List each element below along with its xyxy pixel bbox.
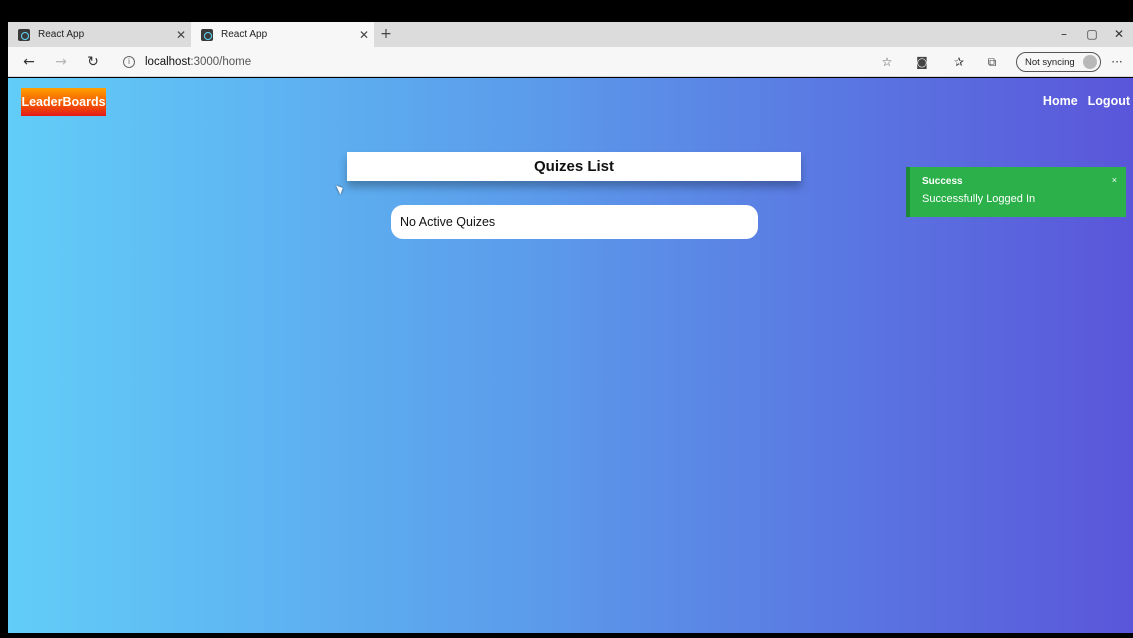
toast-message: Successfully Logged In bbox=[922, 193, 1036, 205]
minimize-button[interactable]: – bbox=[1050, 22, 1078, 47]
info-icon[interactable]: i bbox=[123, 56, 135, 68]
react-favicon-icon bbox=[18, 28, 30, 41]
tab-title: React App bbox=[221, 29, 268, 40]
mouse-cursor-icon bbox=[336, 183, 345, 195]
favorites-list-icon[interactable]: ✰ bbox=[950, 53, 968, 71]
browser-tab-1[interactable]: React App ✕ bbox=[8, 22, 191, 47]
more-options-icon[interactable]: ··· bbox=[1108, 53, 1126, 71]
url-field[interactable]: i localhost:3000/home bbox=[123, 54, 251, 70]
address-bar-row: ← → ↻ i localhost:3000/home ☆ ◙ ✰ ⧉ Not … bbox=[8, 47, 1133, 77]
tab-strip: React App ✕ React App ✕ + – ▢ ✕ bbox=[8, 22, 1133, 47]
top-nav: Home Logout bbox=[1043, 94, 1133, 108]
react-favicon-icon bbox=[201, 28, 213, 41]
toast-close-icon[interactable]: × bbox=[1112, 175, 1117, 185]
close-tab-icon[interactable]: ✕ bbox=[354, 28, 374, 42]
collections-icon[interactable]: ⧉ bbox=[983, 53, 1001, 71]
empty-quizzes-card: No Active Quizes bbox=[391, 205, 758, 239]
brand-logo-button[interactable]: LeaderBoards bbox=[21, 88, 106, 116]
browser-tab-2[interactable]: React App ✕ bbox=[191, 22, 374, 47]
close-window-button[interactable]: ✕ bbox=[1105, 22, 1133, 47]
nav-home-link[interactable]: Home bbox=[1043, 94, 1078, 108]
url-path: :3000/home bbox=[190, 56, 252, 68]
favorite-star-icon[interactable]: ☆ bbox=[878, 53, 896, 71]
avatar-icon bbox=[1083, 55, 1097, 69]
maximize-button[interactable]: ▢ bbox=[1078, 22, 1106, 47]
url-host: localhost bbox=[145, 56, 191, 68]
forward-button[interactable]: → bbox=[50, 52, 72, 72]
quizzes-list-header: Quizes List bbox=[347, 152, 801, 181]
sync-label: Not syncing bbox=[1025, 56, 1075, 68]
close-tab-icon[interactable]: ✕ bbox=[171, 28, 191, 42]
screenshot-camera-icon[interactable]: ◙ bbox=[913, 53, 931, 71]
new-tab-button[interactable]: + bbox=[376, 24, 396, 44]
back-button[interactable]: ← bbox=[18, 52, 40, 72]
profile-sync-button[interactable]: Not syncing bbox=[1016, 52, 1101, 72]
tab-title: React App bbox=[38, 29, 85, 40]
nav-logout-link[interactable]: Logout bbox=[1088, 94, 1130, 108]
toast-title: Success bbox=[922, 176, 963, 187]
page-content: LeaderBoards Home Logout Quizes List No … bbox=[8, 78, 1133, 633]
reload-button[interactable]: ↻ bbox=[82, 52, 104, 72]
success-toast[interactable]: Success Successfully Logged In × bbox=[906, 167, 1126, 217]
